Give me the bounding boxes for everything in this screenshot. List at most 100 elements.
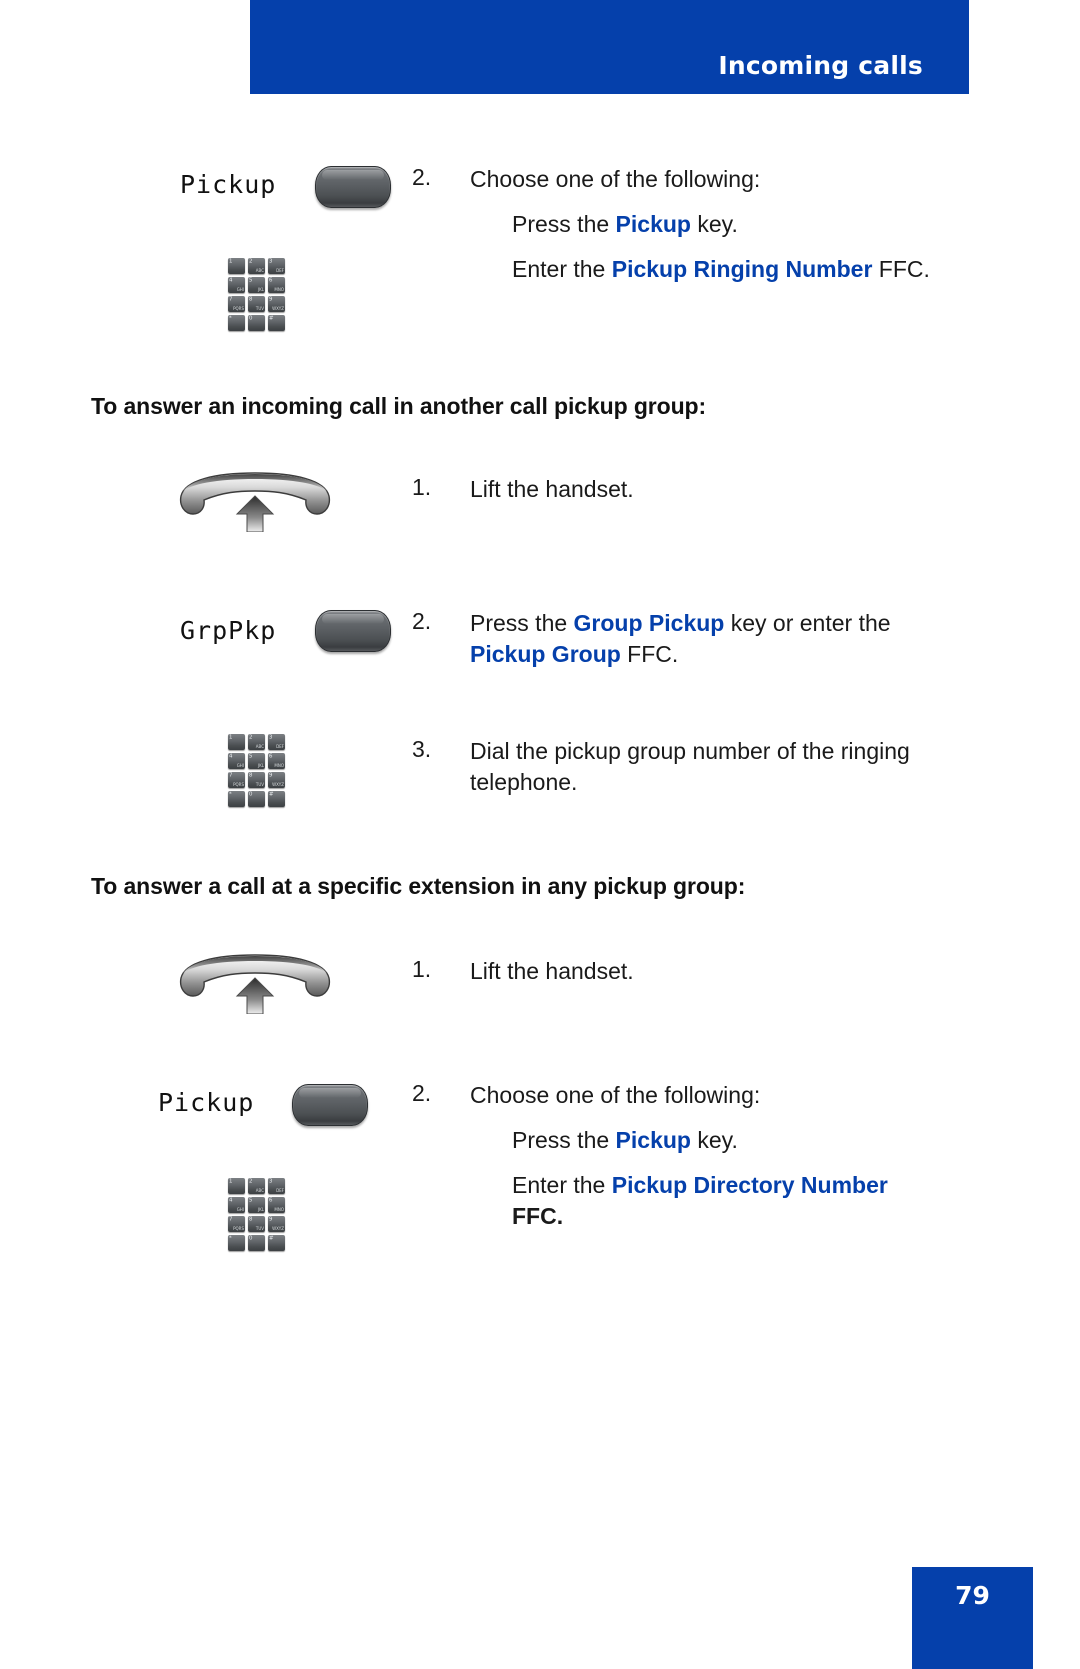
keypad-key-digit: 2 (249, 1178, 253, 1185)
step-number: 1. (412, 474, 432, 500)
keypad-key-digit: 9 (269, 1216, 273, 1223)
keypad-key-9[interactable]: 9 WXYZ (268, 296, 285, 312)
keypad-key-digit: # (269, 791, 274, 798)
keypad-key-4[interactable]: 4 GHI (228, 277, 245, 293)
keypad-key-star[interactable]: * (228, 315, 245, 331)
keypad-key-6[interactable]: 6 MNO (268, 1197, 285, 1213)
keypad-icon-a[interactable]: 1 2 ABC 3 DEF 4 GHI 5 JKL 6 MNO 7 PQRS 8 TUV 9 WXYZ * 0 # (228, 258, 286, 331)
keypad-key-digit: 1 (229, 258, 233, 265)
keypad-key-star[interactable]: * (228, 1235, 245, 1251)
keypad-key-0[interactable]: 0 (248, 791, 265, 807)
keypad-key-6[interactable]: 6 MNO (268, 277, 285, 293)
step-option-2: Enter the Pickup Directory Number FFC. (512, 1170, 932, 1232)
step-option-1: Press the Pickup key. (512, 1125, 932, 1156)
option1-key-name: Pickup (615, 211, 691, 237)
keypad-key-hash[interactable]: # (268, 315, 285, 331)
keypad-key-3[interactable]: 3 DEF (268, 734, 285, 750)
keypad-key-digit: 4 (229, 753, 233, 760)
handset-icon-c1[interactable] (175, 952, 335, 1014)
keypad-icon-b[interactable]: 1 2 ABC 3 DEF 4 GHI 5 JKL 6 MNO 7 PQRS 8 TUV 9 WXYZ * 0 # (228, 734, 286, 807)
step-number: 2. (412, 164, 432, 190)
keypad-key-1[interactable]: 1 (228, 1178, 245, 1194)
softkey-button-pickup-c[interactable] (292, 1084, 368, 1126)
b2-prefix: Press the (470, 610, 574, 636)
step-text-block-c2: 2. Choose one of the following: Press th… (412, 1080, 932, 1232)
keypad-key-7[interactable]: 7 PQRS (228, 772, 245, 788)
b2-key-name: Group Pickup (573, 610, 725, 636)
b2-suffix: FFC. (620, 641, 679, 667)
keypad-key-letters: MNO (274, 1207, 284, 1212)
keypad-key-hash[interactable]: # (268, 1235, 285, 1251)
step-instruction: Choose one of the following: (470, 1082, 761, 1108)
keypad-key-8[interactable]: 8 TUV (248, 296, 265, 312)
softkey-button-pickup-a[interactable] (315, 166, 391, 208)
keypad-key-digit: 8 (249, 772, 253, 779)
page-number: 79 (955, 1581, 990, 1610)
keypad-key-letters: GHI (236, 1207, 244, 1212)
keypad-key-6[interactable]: 6 MNO (268, 753, 285, 769)
option2-suffix: FFC. (512, 1203, 564, 1229)
keypad-key-2[interactable]: 2 ABC (248, 258, 265, 274)
step-instruction: Dial the pickup group number of the ring… (470, 738, 910, 795)
keypad-key-5[interactable]: 5 JKL (248, 753, 265, 769)
keypad-key-8[interactable]: 8 TUV (248, 772, 265, 788)
keypad-key-letters: WXYZ (272, 306, 284, 311)
keypad-key-3[interactable]: 3 DEF (268, 1178, 285, 1194)
b2-key-name-2: Pickup Group (470, 641, 621, 667)
keypad-key-letters: GHI (236, 763, 244, 768)
step-number: 1. (412, 956, 432, 982)
keypad-key-0[interactable]: 0 (248, 315, 265, 331)
keypad-key-9[interactable]: 9 WXYZ (268, 1216, 285, 1232)
keypad-key-4[interactable]: 4 GHI (228, 1197, 245, 1213)
option1-suffix: key. (690, 211, 738, 237)
keypad-key-letters: TUV (255, 782, 264, 787)
step-text-block-c1: 1. Lift the handset. (412, 956, 932, 987)
softkey-label-pickup-a: Pickup (180, 170, 277, 199)
keypad-key-7[interactable]: 7 PQRS (228, 1216, 245, 1232)
step-instruction: Press the Group Pickup key or enter the … (470, 608, 932, 670)
keypad-key-digit: 6 (269, 753, 273, 760)
keypad-key-5[interactable]: 5 JKL (248, 277, 265, 293)
step-instruction: Lift the handset. (470, 476, 634, 502)
keypad-key-9[interactable]: 9 WXYZ (268, 772, 285, 788)
keypad-key-star[interactable]: * (228, 791, 245, 807)
keypad-key-digit: 5 (249, 277, 253, 284)
keypad-key-3[interactable]: 3 DEF (268, 258, 285, 274)
keypad-key-letters: WXYZ (272, 1226, 284, 1231)
option2-key-name: Pickup Ringing Number (611, 256, 873, 282)
step-option-1: Press the Pickup key. (512, 209, 932, 240)
keypad-key-2[interactable]: 2 ABC (248, 1178, 265, 1194)
keypad-key-digit: 7 (229, 772, 233, 779)
keypad-key-0[interactable]: 0 (248, 1235, 265, 1251)
keypad-key-1[interactable]: 1 (228, 258, 245, 274)
keypad-key-letters: PQRS (233, 306, 244, 311)
step-text-block-b2: 2. Press the Group Pickup key or enter t… (412, 608, 932, 670)
handset-icon-b1[interactable] (175, 470, 335, 532)
keypad-key-4[interactable]: 4 GHI (228, 753, 245, 769)
softkey-label-grppkp: GrpPkp (180, 616, 277, 645)
softkey-button-grppkp[interactable] (315, 610, 391, 652)
keypad-key-digit: 3 (269, 1178, 273, 1185)
keypad-key-letters: PQRS (233, 1226, 244, 1231)
keypad-key-letters: MNO (274, 287, 284, 292)
keypad-key-letters: JKL (257, 763, 264, 768)
keypad-key-letters: ABC (255, 744, 264, 749)
keypad-key-7[interactable]: 7 PQRS (228, 296, 245, 312)
keypad-icon-c[interactable]: 1 2 ABC 3 DEF 4 GHI 5 JKL 6 MNO 7 PQRS 8 TUV 9 WXYZ * 0 # (228, 1178, 286, 1251)
keypad-key-letters: MNO (274, 763, 284, 768)
keypad-key-8[interactable]: 8 TUV (248, 1216, 265, 1232)
keypad-key-2[interactable]: 2 ABC (248, 734, 265, 750)
step-text-block-a2: 2. Choose one of the following: Press th… (412, 164, 932, 285)
keypad-key-digit: * (229, 1235, 232, 1242)
keypad-key-digit: 4 (229, 1197, 233, 1204)
step-number: 2. (412, 608, 432, 634)
keypad-key-digit: 3 (269, 258, 273, 265)
keypad-key-digit: 1 (229, 734, 233, 741)
keypad-key-1[interactable]: 1 (228, 734, 245, 750)
keypad-key-digit: 0 (249, 791, 253, 798)
keypad-key-hash[interactable]: # (268, 791, 285, 807)
footer-page-box: 79 (912, 1567, 1033, 1669)
keypad-key-5[interactable]: 5 JKL (248, 1197, 265, 1213)
keypad-key-digit: 2 (249, 734, 253, 741)
softkey-label-pickup-c: Pickup (158, 1088, 255, 1117)
